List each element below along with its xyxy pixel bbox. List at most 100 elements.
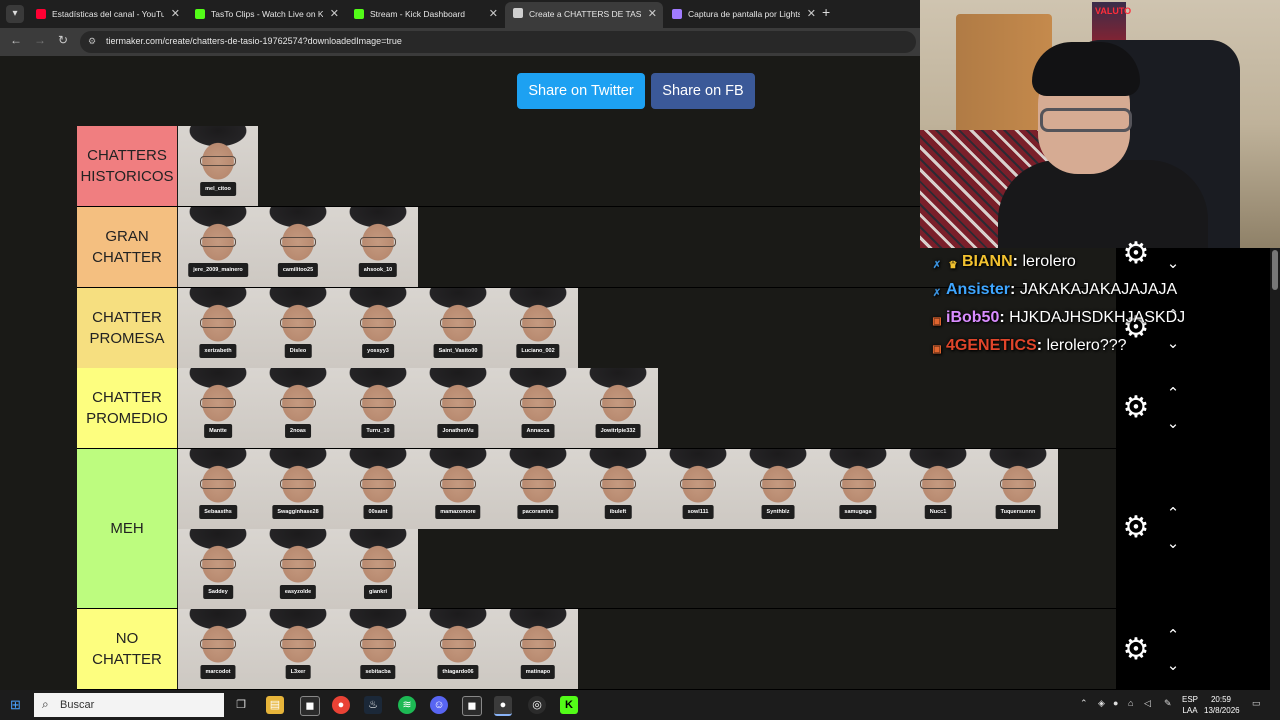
chrome-active-icon[interactable]: ● xyxy=(494,696,512,716)
tier-item-card[interactable]: sebitacba xyxy=(338,609,418,689)
tier-item-card[interactable]: mamazomore xyxy=(418,449,498,529)
tier-item-card[interactable]: giankri xyxy=(338,529,418,609)
browser-tab[interactable]: Captura de pantalla por Lightshot ✕ xyxy=(664,3,822,25)
new-tab-button[interactable]: + xyxy=(822,4,830,20)
chat-username[interactable]: Ansister xyxy=(946,281,1010,298)
task-view-icon[interactable]: ❐ xyxy=(232,696,250,714)
tier-item-card[interactable]: JonathenVu xyxy=(418,368,498,448)
gear-icon[interactable]: ⚙ xyxy=(1120,634,1152,666)
tier-item-card[interactable]: Luciano_002 xyxy=(498,288,578,368)
browser-tab[interactable]: TasTo Clips - Watch Live on Kick ✕ xyxy=(187,3,345,25)
steam-icon[interactable]: ♨ xyxy=(364,696,382,714)
tier-item-card[interactable]: Tuquersunnn xyxy=(978,449,1058,529)
tray-mic-icon[interactable]: ● xyxy=(1113,698,1118,708)
tier-item-card[interactable]: Turru_10 xyxy=(338,368,418,448)
tier-item-card[interactable]: jere_2009_mainero xyxy=(178,207,258,287)
tier-item-card[interactable]: Jowitrlpie332 xyxy=(578,368,658,448)
tier-item-card[interactable]: Synthblz xyxy=(738,449,818,529)
tier-label[interactable]: CHATTERS HISTORICOS xyxy=(77,126,177,206)
address-bar[interactable]: ⚙ tiermaker.com/create/chatters-de-tasio… xyxy=(80,31,916,53)
chevron-down-icon[interactable]: ⌄ xyxy=(1162,416,1184,432)
tier-item-card[interactable]: ibuleft xyxy=(578,449,658,529)
chat-username[interactable]: 4GENETICS xyxy=(946,337,1037,354)
taskbar-search-box[interactable]: ⌕ Buscar xyxy=(34,693,224,717)
tray-expand-icon[interactable]: ⌃ xyxy=(1080,698,1088,709)
chevron-up-icon[interactable]: ⌃ xyxy=(1162,628,1184,644)
browser-tab[interactable]: Stream - Kick Dashboard ✕ xyxy=(346,3,504,25)
browser-tab[interactable]: Create a CHATTERS DE TASIO Tier List ✕ xyxy=(505,2,663,28)
tier-item-card[interactable]: yossyy3 xyxy=(338,288,418,368)
item-username: ahsook_10 xyxy=(358,263,398,277)
spotify-icon[interactable]: ≋ xyxy=(398,696,416,714)
chat-username[interactable]: BIANN xyxy=(962,253,1013,270)
chevron-up-icon[interactable]: ⌃ xyxy=(1162,506,1184,522)
back-arrow-icon[interactable]: ← xyxy=(10,33,22,47)
pen-icon[interactable]: ✎ xyxy=(1164,698,1172,709)
tier-item-card[interactable]: L3xer xyxy=(258,609,338,689)
tab-close-icon[interactable]: ✕ xyxy=(648,2,657,26)
tier-item-card[interactable]: Disleo xyxy=(258,288,338,368)
tab-close-icon[interactable]: ✕ xyxy=(171,3,180,25)
tier-items-area[interactable]: Mantte 2noas Turru_10 JonathenVu Annacca Jowi… xyxy=(178,368,1116,448)
chat-username[interactable]: iBob50 xyxy=(946,309,999,326)
chrome-icon[interactable]: ● xyxy=(332,696,350,714)
tier-label[interactable]: CHATTER PROMESA xyxy=(77,288,177,368)
tier-item-card[interactable]: Sebaasths xyxy=(178,449,258,529)
browser-tab[interactable]: Estadísticas del canal - YouTube ✕ xyxy=(28,3,186,25)
chevron-up-icon[interactable]: ⌃ xyxy=(1162,386,1184,402)
tier-item-card[interactable]: 00saint xyxy=(338,449,418,529)
obs-app-icon[interactable]: ◼ xyxy=(462,696,482,716)
site-info-icon[interactable]: ⚙ xyxy=(88,36,96,47)
tier-item-card[interactable]: easyzolde xyxy=(258,529,338,609)
share-fb-button[interactable]: Share on FB xyxy=(651,73,755,109)
reload-icon[interactable]: ↻ xyxy=(58,33,68,47)
tab-search-menu-button[interactable]: ▾ xyxy=(6,5,24,23)
tier-item-card[interactable]: xerizabeth xyxy=(178,288,258,368)
tier-item-card[interactable]: Swagginhase28 xyxy=(258,449,338,529)
tier-item-card[interactable]: Saddey xyxy=(178,529,258,609)
tier-item-card[interactable]: mel_citoo xyxy=(178,126,258,206)
tier-item-card[interactable]: pacoramirix xyxy=(498,449,578,529)
language-indicator[interactable]: ESP LAA xyxy=(1178,694,1202,716)
file-explorer-icon[interactable]: ▤ xyxy=(266,696,284,714)
kick-icon[interactable]: K xyxy=(560,696,578,714)
windows-start-icon[interactable]: ⊞ xyxy=(10,698,24,712)
tray-app-icon[interactable]: ◈ xyxy=(1098,698,1105,709)
tier-item-card[interactable]: Nucc1 xyxy=(898,449,978,529)
tier-item-card[interactable]: thiagardo06 xyxy=(418,609,498,689)
tier-item-card[interactable]: camilitoo25 xyxy=(258,207,338,287)
gear-icon[interactable]: ⚙ xyxy=(1120,512,1152,544)
volume-icon[interactable]: ◁ xyxy=(1144,698,1151,709)
chevron-down-icon[interactable]: ⌄ xyxy=(1162,536,1184,552)
tier-item-card[interactable]: Saint_Vasito00 xyxy=(418,288,498,368)
tier-label[interactable]: GRAN CHATTER xyxy=(77,207,177,287)
tier-label[interactable]: CHATTER PROMEDIO xyxy=(77,368,177,448)
gear-icon[interactable]: ⚙ xyxy=(1120,392,1152,424)
obs-icon[interactable]: ◎ xyxy=(528,696,546,714)
scrollbar-thumb[interactable] xyxy=(1272,250,1278,290)
tier-items-area[interactable]: marcodot L3xer sebitacba thiagardo06 matinap… xyxy=(178,609,1116,689)
chevron-down-icon[interactable]: ⌄ xyxy=(1162,658,1184,674)
tier-items-area[interactable]: Sebaasths Swagginhase28 00saint mamazomore p… xyxy=(178,449,1116,609)
tab-close-icon[interactable]: ✕ xyxy=(489,3,498,25)
tier-item-card[interactable]: sowl111 xyxy=(658,449,738,529)
tab-close-icon[interactable]: ✕ xyxy=(807,3,816,25)
share-twitter-button[interactable]: Share on Twitter xyxy=(517,73,645,109)
tray-network-icon[interactable]: ⌂ xyxy=(1128,698,1133,708)
tier-item-card[interactable]: matinapo xyxy=(498,609,578,689)
tier-item-card[interactable]: Mantte xyxy=(178,368,258,448)
tier-item-card[interactable]: marcodot xyxy=(178,609,258,689)
tier-label[interactable]: NO CHATTER xyxy=(77,609,177,689)
tier-label[interactable]: MEH xyxy=(77,449,177,608)
taskbar-clock[interactable]: 20:59 13/8/2026 xyxy=(1204,694,1240,716)
notification-icon[interactable]: ▭ xyxy=(1252,698,1261,709)
tab-close-icon[interactable]: ✕ xyxy=(330,3,339,25)
discord-icon[interactable]: ☺ xyxy=(430,696,448,714)
tier-item-card[interactable]: ahsook_10 xyxy=(338,207,418,287)
tier-item-card[interactable]: 2noas xyxy=(258,368,338,448)
capture-app-icon[interactable]: ◼ xyxy=(300,696,320,716)
forward-arrow-icon[interactable]: → xyxy=(34,33,46,47)
page-scrollbar[interactable] xyxy=(1270,248,1280,690)
tier-item-card[interactable]: Annacca xyxy=(498,368,578,448)
tier-item-card[interactable]: samugaga xyxy=(818,449,898,529)
